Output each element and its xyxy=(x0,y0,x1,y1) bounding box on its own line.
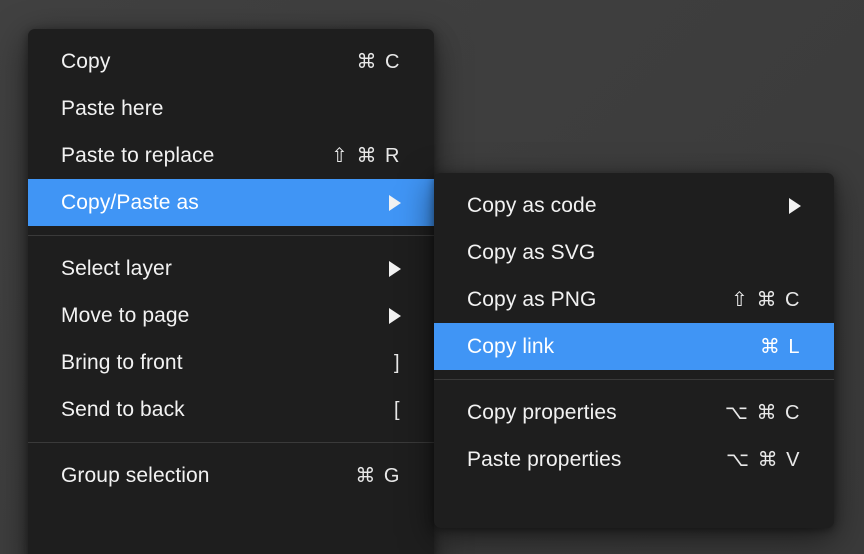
menu-item-label: Copy link xyxy=(467,335,555,358)
context-menu: Copy ⌘ C Paste here Paste to replace ⇧ ⌘ R Co… xyxy=(28,29,434,554)
menu-item-copy-properties[interactable]: Copy properties ⌥ ⌘ C xyxy=(434,389,834,436)
menu-item-shortcut: ⌥ ⌘ V xyxy=(726,448,801,471)
menu-item-shortcut: ] xyxy=(393,351,401,374)
menu-separator xyxy=(28,442,434,443)
menu-item-copy-as-png[interactable]: Copy as PNG ⇧ ⌘ C xyxy=(434,276,834,323)
menu-item-copy-as-svg[interactable]: Copy as SVG xyxy=(434,229,834,276)
menu-item-group-selection[interactable]: Group selection ⌘ G xyxy=(28,452,434,499)
menu-item-label: Send to back xyxy=(61,398,185,421)
menu-item-label: Copy xyxy=(61,50,111,73)
canvas-background: Copy ⌘ C Paste here Paste to replace ⇧ ⌘ R Co… xyxy=(0,0,864,554)
menu-item-label: Group selection xyxy=(61,464,210,487)
menu-separator xyxy=(434,379,834,380)
menu-item-label: Paste properties xyxy=(467,448,622,471)
menu-item-shortcut: ⇧ ⌘ R xyxy=(331,144,401,167)
menu-item-copy-paste-as[interactable]: Copy/Paste as xyxy=(28,179,434,226)
menu-item-copy-as-code[interactable]: Copy as code xyxy=(434,182,834,229)
submenu-arrow-icon xyxy=(389,307,401,324)
menu-separator xyxy=(28,235,434,236)
menu-item-label: Paste here xyxy=(61,97,164,120)
menu-item-shortcut: ⇧ ⌘ C xyxy=(731,288,801,311)
menu-item-bring-to-front[interactable]: Bring to front] xyxy=(28,339,434,386)
menu-item-label: Copy as code xyxy=(467,194,597,217)
menu-item-copy[interactable]: Copy ⌘ C xyxy=(28,38,434,85)
menu-item-shortcut: [ xyxy=(393,398,401,421)
menu-item-label: Copy/Paste as xyxy=(61,191,199,214)
menu-item-label: Bring to front xyxy=(61,351,183,374)
menu-item-label: Select layer xyxy=(61,257,172,280)
menu-item-label: Copy as PNG xyxy=(467,288,597,311)
menu-item-label: Copy as SVG xyxy=(467,241,596,264)
menu-item-label: Paste to replace xyxy=(61,144,215,167)
menu-item-label: Move to page xyxy=(61,304,190,327)
menu-item-move-to-page[interactable]: Move to page xyxy=(28,292,434,339)
submenu-arrow-icon xyxy=(789,197,801,214)
submenu-arrow-icon xyxy=(389,194,401,211)
menu-item-shortcut: ⌘ C xyxy=(356,50,401,73)
menu-item-shortcut: ⌘ L xyxy=(759,335,801,358)
menu-item-shortcut: ⌘ G xyxy=(355,464,401,487)
copy-paste-as-submenu: Copy as code Copy as SVG Copy as PNG ⇧ ⌘ CC… xyxy=(434,173,834,528)
menu-item-label: Copy properties xyxy=(467,401,617,424)
menu-item-paste-to-replace[interactable]: Paste to replace ⇧ ⌘ R xyxy=(28,132,434,179)
menu-item-select-layer[interactable]: Select layer xyxy=(28,245,434,292)
menu-item-copy-link[interactable]: Copy link ⌘ L xyxy=(434,323,834,370)
menu-item-shortcut: ⌥ ⌘ C xyxy=(724,401,801,424)
menu-item-paste-properties[interactable]: Paste properties ⌥ ⌘ V xyxy=(434,436,834,483)
menu-item-paste-here[interactable]: Paste here xyxy=(28,85,434,132)
menu-item-send-to-back[interactable]: Send to back [ xyxy=(28,386,434,433)
submenu-arrow-icon xyxy=(389,260,401,277)
